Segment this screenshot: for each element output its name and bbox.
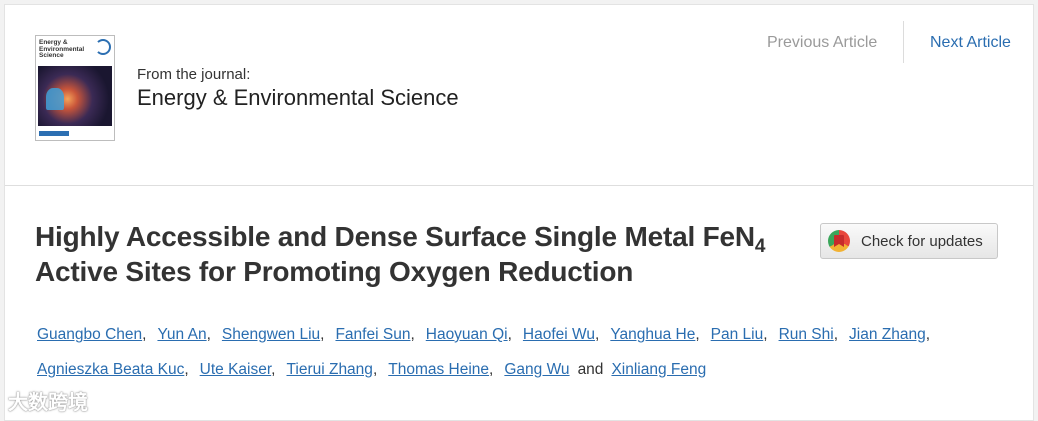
journal-header: Energy & Environmental Science From the … — [5, 5, 1033, 186]
next-article-link[interactable]: Next Article — [930, 34, 1011, 52]
nav-divider — [903, 21, 904, 63]
cover-logo-icon — [95, 39, 111, 55]
article-card: Energy & Environmental Science From the … — [4, 4, 1034, 421]
author-link[interactable]: Fanfei Sun — [335, 326, 410, 343]
author-link[interactable]: Tierui Zhang — [286, 361, 372, 378]
author-list: Guangbo Chen, Yun An, Shengwen Liu, Fanfei … — [37, 326, 931, 378]
crossmark-icon — [828, 230, 850, 252]
author-link[interactable]: Pan Liu — [711, 326, 764, 343]
check-for-updates-button[interactable]: Check for updates — [820, 223, 998, 259]
author-link[interactable]: Gang Wu — [504, 361, 569, 378]
cover-artwork — [38, 66, 112, 126]
author-link[interactable]: Run Shi — [779, 326, 834, 343]
cover-title: Energy & Environmental Science — [39, 39, 85, 59]
article-title: Highly Accessible and Dense Surface Sing… — [35, 219, 795, 289]
check-for-updates-label: Check for updates — [861, 233, 983, 250]
author-link[interactable]: Agnieszka Beata Kuc — [37, 361, 184, 378]
journal-name-link[interactable]: Energy & Environmental Science — [137, 85, 459, 111]
author-link[interactable]: Thomas Heine — [388, 361, 489, 378]
author-link[interactable]: Jian Zhang — [849, 326, 926, 343]
author-link[interactable]: Guangbo Chen — [37, 326, 142, 343]
author-link[interactable]: Haofei Wu — [523, 326, 595, 343]
author-link[interactable]: Yanghua He — [610, 326, 695, 343]
author-link[interactable]: Xinliang Feng — [611, 361, 706, 378]
author-link[interactable]: Haoyuan Qi — [426, 326, 508, 343]
title-subscript: 4 — [754, 236, 766, 257]
authors-conjunction: and — [577, 361, 604, 378]
journal-cover-image[interactable]: Energy & Environmental Science — [35, 35, 115, 141]
author-link[interactable]: Yun An — [157, 326, 206, 343]
cover-publisher-logo — [39, 131, 69, 136]
title-part-1: Highly Accessible and Dense Surface Sing… — [35, 221, 755, 252]
author-link[interactable]: Ute Kaiser — [200, 361, 272, 378]
watermark-logo: 大数跨境 — [8, 392, 88, 414]
author-link[interactable]: Shengwen Liu — [222, 326, 320, 343]
title-part-2: Active Sites for Promoting Oxygen Reduct… — [35, 256, 634, 287]
from-journal-label: From the journal: — [137, 66, 251, 83]
previous-article-link[interactable]: Previous Article — [767, 34, 877, 52]
